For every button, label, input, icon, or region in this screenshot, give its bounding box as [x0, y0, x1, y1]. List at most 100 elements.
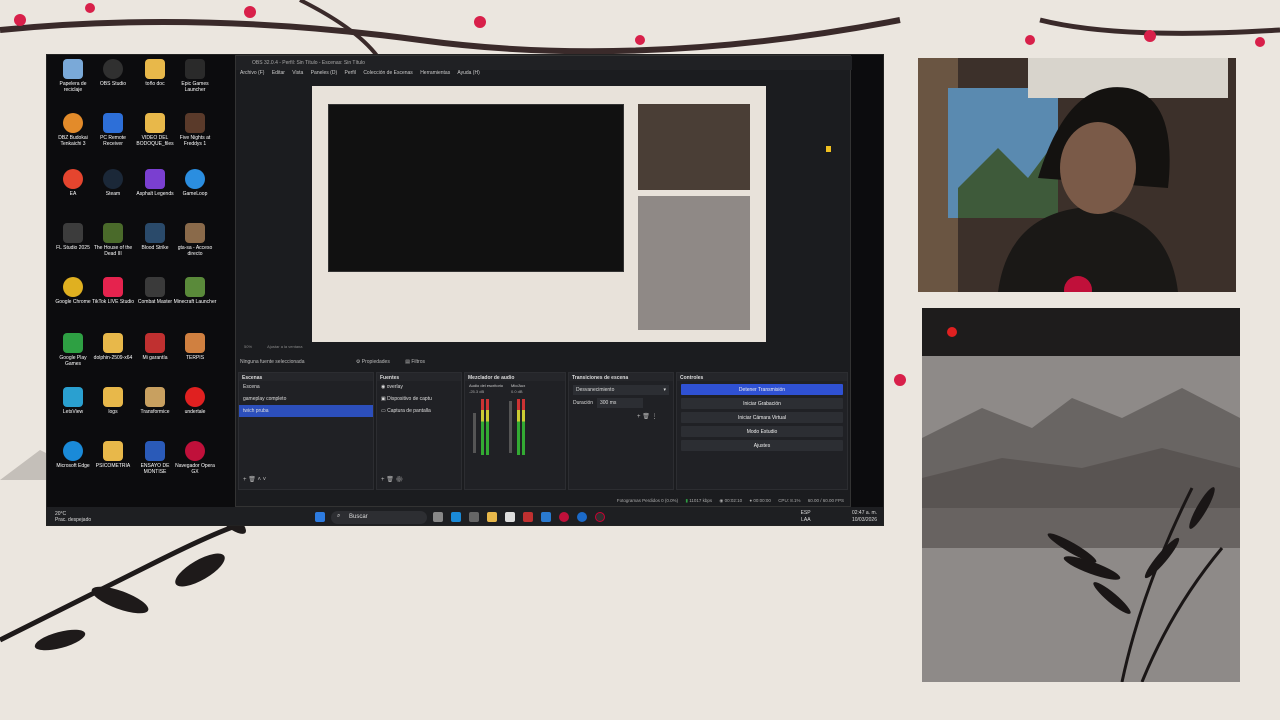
scene-item-selected[interactable]: twich pruba	[239, 405, 373, 417]
desktop-icon[interactable]: gta-sa - Acceso directo	[173, 223, 217, 269]
desktop-icon[interactable]: Mi garantía	[133, 333, 177, 379]
mouse-cursor	[826, 146, 831, 152]
house-of-dead-icon	[103, 223, 123, 243]
desktop-icon[interactable]: logs	[91, 387, 135, 433]
audio-meter	[517, 399, 520, 455]
desktop-icon[interactable]: LetsView	[51, 387, 95, 433]
desktop-icon[interactable]: OBS Studio	[91, 59, 135, 105]
duration-field[interactable]: 300 ms	[597, 398, 643, 408]
zoom-fit[interactable]: Ajustar a la ventana	[267, 344, 302, 349]
volume-slider[interactable]	[509, 401, 512, 453]
webcam-image	[918, 58, 1236, 292]
add-icon[interactable]: +	[243, 477, 247, 483]
preview-art	[638, 196, 750, 330]
app-icon[interactable]	[541, 512, 551, 522]
opera-gx-icon[interactable]	[559, 512, 569, 522]
source-item[interactable]: ◉ overlay	[377, 381, 461, 393]
camera-icon[interactable]	[469, 512, 479, 522]
sources-title: Fuentes	[377, 373, 461, 381]
trash-icon[interactable]: 🗑	[642, 414, 650, 420]
file-explorer-icon[interactable]	[487, 512, 497, 522]
more-icon[interactable]: ⋮	[651, 414, 657, 420]
scene-item[interactable]: gameplay completo	[239, 393, 373, 405]
transition-select[interactable]: Desvanecimiento ▾	[573, 385, 669, 395]
settings-icon[interactable]: ⚙	[395, 477, 403, 483]
system-tray[interactable]: ESP LAA 02:47 a. m. 10/03/2026	[801, 510, 877, 524]
desktop-icon[interactable]: Google Play Games	[51, 333, 95, 379]
properties-bar: Ninguna fuente seleccionada ⚙ Propiedade…	[236, 356, 852, 368]
windows-start-icon[interactable]	[315, 512, 325, 522]
weather-desc: Prac. despejado	[55, 517, 92, 523]
desktop-icon[interactable]: Google Chrome	[51, 277, 95, 323]
task-view-icon[interactable]	[433, 512, 443, 522]
trash-icon[interactable]: 🗑	[248, 477, 256, 483]
desktop-icon[interactable]: VIDEO DEL BODOQUE_files	[133, 113, 177, 159]
desktop-icon[interactable]: TikTok LIVE Studio	[91, 277, 135, 323]
menu-coleccion[interactable]: Colección de Escenas	[363, 70, 412, 76]
desktop-icon[interactable]: Epic Games Launcher	[173, 59, 217, 105]
desktop-icon[interactable]: TERPIS	[173, 333, 217, 379]
desktop-icon[interactable]: toño doc	[133, 59, 177, 105]
stop-stream-button[interactable]: Detener Transmisión	[681, 384, 843, 395]
recycle-bin-icon	[63, 59, 83, 79]
filters-button[interactable]: Filtros	[411, 359, 425, 365]
desktop-icon[interactable]: DBZ Budokai Tenkaichi 3	[51, 113, 95, 159]
obs-icon[interactable]	[595, 512, 605, 522]
menu-herramientas[interactable]: Herramientas	[420, 70, 450, 76]
add-icon[interactable]: +	[381, 477, 385, 483]
desktop-icon[interactable]: PSICOMETRIA	[91, 441, 135, 487]
desktop-icon[interactable]: Combat Master	[133, 277, 177, 323]
desktop-icon[interactable]: EA	[51, 169, 95, 215]
trash-icon[interactable]: 🗑	[386, 477, 394, 483]
desktop-icon[interactable]: Transformice	[133, 387, 177, 433]
volume-slider[interactable]	[473, 413, 476, 453]
ink-art-panel	[922, 308, 1240, 682]
menu-perfil[interactable]: Perfil	[345, 70, 356, 76]
start-recording-button[interactable]: Iniciar Grabación	[681, 398, 843, 409]
up-icon[interactable]: ˄	[257, 477, 261, 483]
desktop-icon[interactable]: FL Studio 2025	[51, 223, 95, 269]
menu-ayuda[interactable]: Ayuda (H)	[457, 70, 479, 76]
clock-time: 02:47 a. m.	[851, 510, 877, 516]
desktop-icons: Papelera de reciclaje OBS Studio toño do…	[51, 59, 241, 499]
language-code: ESP	[800, 510, 811, 516]
desktop-icon[interactable]: Steam	[91, 169, 135, 215]
settings-button[interactable]: Ajustes	[681, 440, 843, 451]
properties-button[interactable]: Propiedades	[362, 359, 390, 365]
menu-paneles[interactable]: Paneles (D)	[311, 70, 337, 76]
menu-editar[interactable]: Editar	[272, 70, 285, 76]
taskbar-search[interactable]: ⌕ Buscar	[331, 511, 427, 524]
warranty-icon[interactable]	[523, 512, 533, 522]
desktop-icon[interactable]: undertale	[173, 387, 217, 433]
desktop-icon[interactable]: GameLoop	[173, 169, 217, 215]
desktop-icon[interactable]: Microsoft Edge	[51, 441, 95, 487]
desktop-icon[interactable]: Papelera de reciclaje	[51, 59, 95, 105]
mixer-channel-name: Mic/Aux	[511, 383, 526, 388]
desktop-icon[interactable]: PC Remote Receiver	[91, 113, 135, 159]
obs-preview[interactable]	[312, 86, 766, 342]
app-icon[interactable]	[577, 512, 587, 522]
weather-widget[interactable]: 20°C Prac. despejado	[55, 511, 91, 523]
scene-item[interactable]: Escena	[239, 381, 373, 393]
menu-archivo[interactable]: Archivo (F)	[240, 70, 264, 76]
zoom-level[interactable]: 50%	[244, 344, 252, 349]
store-icon[interactable]	[505, 512, 515, 522]
add-icon[interactable]: +	[637, 414, 641, 420]
down-icon[interactable]: ˅	[263, 477, 267, 483]
desktop-icon[interactable]: Asphalt Legends	[133, 169, 177, 215]
desktop-icon[interactable]: Minecraft Launcher	[173, 277, 217, 323]
desktop-icon[interactable]: Navegador Opera GX	[173, 441, 217, 487]
edge-icon[interactable]	[451, 512, 461, 522]
menu-vista[interactable]: Vista	[292, 70, 303, 76]
desktop-icon[interactable]: Five Nights at Freddys 1	[173, 113, 217, 159]
virtual-camera-button[interactable]: Iniciar Cámara Virtual	[681, 412, 843, 423]
desktop-icon[interactable]: dolphin-2509-x64	[91, 333, 135, 379]
desktop-icon[interactable]: ENSAYO DE MONTISE	[133, 441, 177, 487]
desktop-icon[interactable]: Blood Strike	[133, 223, 177, 269]
source-item[interactable]: ▣ Dispositivo de captu	[377, 393, 461, 405]
filter-icon: ▤	[405, 359, 410, 365]
source-item[interactable]: ▭ Captura de pantalla	[377, 405, 461, 417]
transitions-title: Transiciones de escena	[569, 373, 673, 381]
studio-mode-button[interactable]: Modo Estudio	[681, 426, 843, 437]
desktop-icon[interactable]: The House of the Dead III	[91, 223, 135, 269]
